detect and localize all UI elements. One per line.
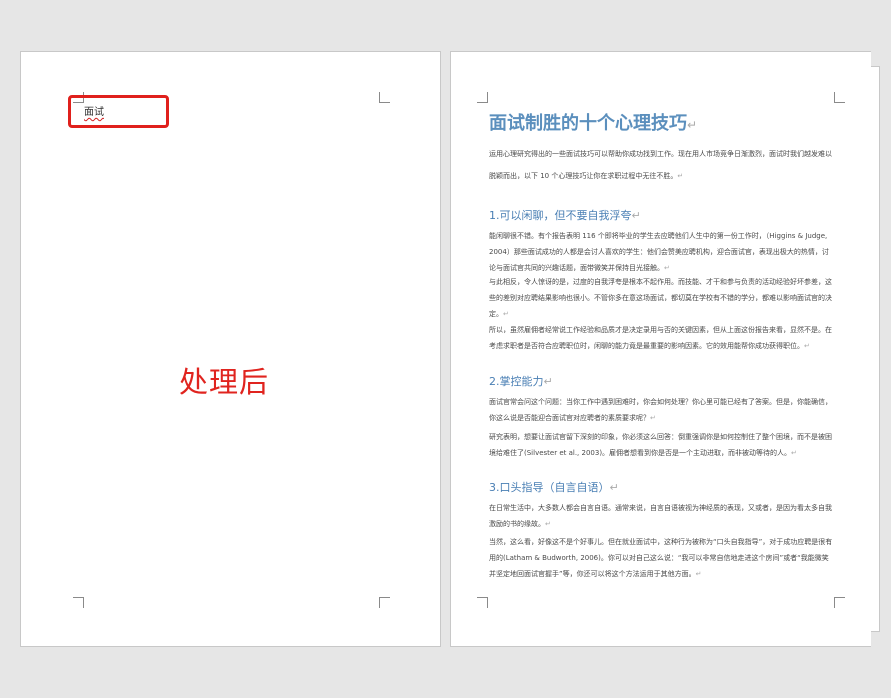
section-heading-3[interactable]: 3.口头指导（自言自语）↵ — [489, 479, 834, 495]
document-page-left: 面试 处理后 — [20, 51, 441, 647]
section-heading-2[interactable]: 2.掌控能力↵ — [489, 373, 834, 389]
intro-paragraph[interactable]: 运用心理研究得出的一些面试技巧可以帮助你成功找到工作。现在用人市场竞争日渐激烈，… — [489, 143, 834, 187]
paragraph-mark-icon: ↵ — [631, 209, 641, 222]
paragraph-text: 能闲聊很不错。有个报告表明 116 个即将毕业的学生去应聘他们人生中的第一份工作… — [489, 232, 829, 272]
section-heading-1[interactable]: 1.可以闲聊，但不要自我浮夸↵ — [489, 207, 834, 223]
paragraph-mark-icon: ↵ — [664, 264, 670, 272]
heading-text: 1.可以闲聊，但不要自我浮夸 — [489, 209, 632, 222]
margin-corner-bottom-right — [379, 597, 390, 608]
section-2-paragraph-1[interactable]: 面试官常会问这个问题：当你工作中遇到困难时，你会如何处理？你心里可能已经有了答案… — [489, 394, 834, 426]
margin-corner-top-left — [477, 92, 488, 103]
paragraph-mark-icon: ↵ — [791, 449, 797, 457]
paragraph-mark-icon: ↵ — [609, 481, 619, 494]
document-page-right: 面试制胜的十个心理技巧↵ 运用心理研究得出的一些面试技巧可以帮助你成功找到工作。… — [450, 51, 871, 647]
paragraph-mark-icon: ↵ — [503, 310, 509, 318]
paragraph-text: 当然，这么看，好像这不是个好事儿。但在就业面试中，这种行为被称为“口头自我指导”… — [489, 538, 833, 578]
section-3-paragraph-2[interactable]: 当然，这么看，好像这不是个好事儿。但在就业面试中，这种行为被称为“口头自我指导”… — [489, 534, 834, 582]
margin-corner-top-right — [834, 92, 845, 103]
paragraph-text: 所以，虽然雇佣者经常说工作经验和品质才是决定录用与否的关键因素，但从上面这份报告… — [489, 326, 832, 350]
heading-text: 3.口头指导（自言自语） — [489, 481, 610, 494]
margin-corner-bottom-right — [834, 597, 845, 608]
section-1-paragraph-3[interactable]: 所以，虽然雇佣者经常说工作经验和品质才是决定录用与否的关键因素，但从上面这份报告… — [489, 322, 834, 354]
next-page-edge — [871, 66, 880, 632]
paragraph-text: 与此相反，令人惊讶的是，过度的自我浮夸是根本不起作用。而技能、才干和参与负责的活… — [489, 278, 832, 318]
paragraph-mark-icon: ↵ — [687, 118, 698, 132]
section-2-paragraph-2[interactable]: 研究表明，想要让面试官留下深刻的印象，你必须这么回答：倒重强调你是如何控制住了整… — [489, 429, 834, 461]
section-1-paragraph-2[interactable]: 与此相反，令人惊讶的是，过度的自我浮夸是根本不起作用。而技能、才干和参与负责的活… — [489, 274, 834, 322]
paragraph-text: 在日常生活中，大多数人都会自言自语。通常来说，自言自语被视为神经质的表现，又或者… — [489, 504, 832, 528]
title-text: 面试制胜的十个心理技巧 — [489, 113, 687, 134]
margin-corner-bottom-left — [73, 597, 84, 608]
margin-corner-top-right — [379, 92, 390, 103]
heading-text: 2.掌控能力 — [489, 375, 544, 388]
intro-text: 运用心理研究得出的一些面试技巧可以帮助你成功找到工作。现在用人市场竞争日渐激烈，… — [489, 150, 832, 180]
paragraph-text: 面试官常会问这个问题：当你工作中遇到困难时，你会如何处理？你心里可能已经有了答案… — [489, 398, 832, 422]
processed-label: 处理后 — [179, 365, 270, 399]
paragraph-text: 研究表明，想要让面试官留下深刻的印象，你必须这么回答：倒重强调你是如何控制住了整… — [489, 433, 832, 457]
margin-corner-bottom-left — [477, 597, 488, 608]
section-3-paragraph-1[interactable]: 在日常生活中，大多数人都会自言自语。通常来说，自言自语被视为神经质的表现，又或者… — [489, 500, 834, 532]
paragraph-mark-icon: ↵ — [695, 570, 702, 578]
paragraph-mark-icon: ↵ — [804, 342, 810, 350]
document-title[interactable]: 面试制胜的十个心理技巧↵ — [489, 109, 834, 135]
paragraph-mark-icon: ↵ — [650, 414, 656, 422]
paragraph-mark-icon: ↵ — [677, 172, 684, 180]
page-header-text[interactable]: 面试 — [84, 103, 104, 118]
paragraph-mark-icon: ↵ — [543, 375, 553, 388]
paragraph-mark-icon: ↵ — [545, 520, 551, 528]
section-1-paragraph-1[interactable]: 能闲聊很不错。有个报告表明 116 个即将毕业的学生去应聘他们人生中的第一份工作… — [489, 228, 834, 276]
